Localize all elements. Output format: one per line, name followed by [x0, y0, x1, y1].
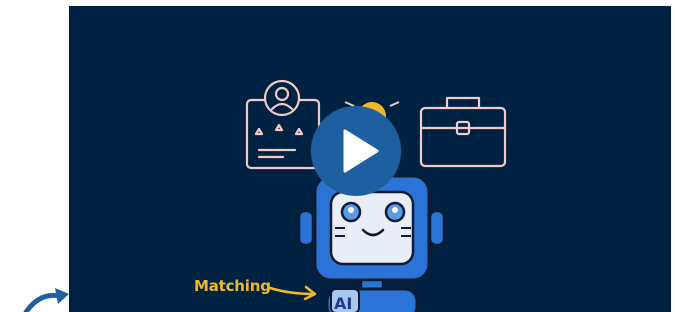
matching-caption: Matching: [194, 277, 271, 295]
robot-chest-label: AI: [334, 294, 353, 312]
curved-arrow-icon: [23, 288, 69, 312]
play-button[interactable]: [311, 106, 401, 196]
robot-illustration: [297, 174, 446, 312]
matching-arrow: [268, 285, 317, 301]
profile-card-icon: [245, 79, 321, 170]
video-player[interactable]: Matching AI: [69, 6, 671, 312]
briefcase-icon: [419, 96, 507, 168]
play-icon: [343, 129, 379, 173]
